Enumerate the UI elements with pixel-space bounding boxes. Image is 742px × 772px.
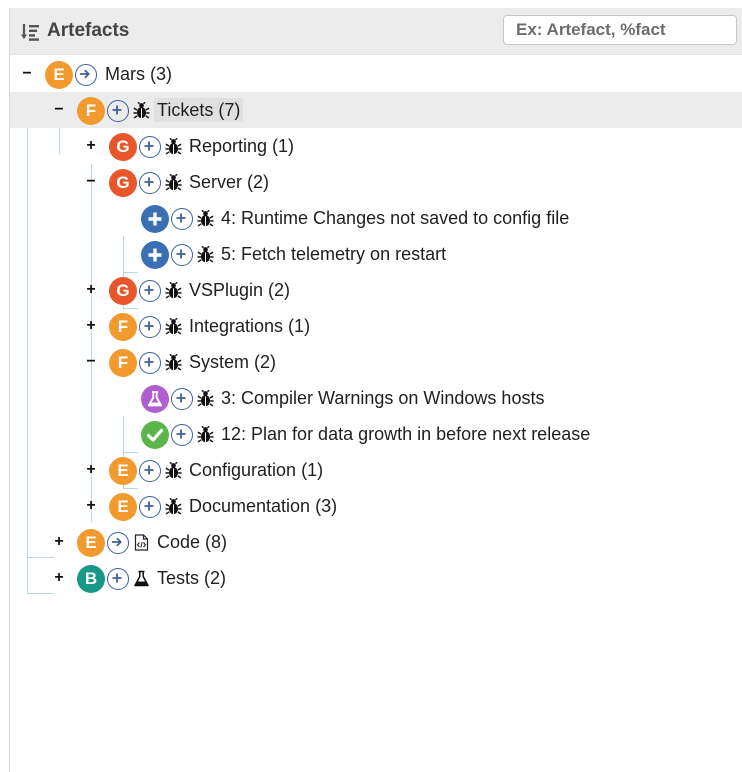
navigate-circle-icon[interactable]	[75, 64, 97, 86]
add-circle-icon[interactable]	[171, 244, 193, 266]
node-label[interactable]: Server (2)	[186, 170, 272, 194]
tree-node-tickets[interactable]: − F Tickets (7)	[10, 92, 742, 128]
tree-node-documentation[interactable]: + E Documentation (3)	[10, 488, 742, 524]
node-label[interactable]: Configuration (1)	[186, 458, 326, 482]
node-label[interactable]: Tickets (7)	[154, 98, 244, 122]
add-circle-icon[interactable]	[139, 280, 161, 302]
tree-node-mars[interactable]: − E Mars (3)	[10, 56, 742, 92]
priority-badge: E	[45, 61, 73, 89]
flask-icon	[134, 570, 149, 587]
add-circle-icon[interactable]	[171, 424, 193, 446]
node-label[interactable]: Mars (3)	[102, 62, 175, 86]
collapse-toggle[interactable]: −	[84, 174, 98, 190]
priority-badge: E	[109, 493, 137, 521]
expand-toggle[interactable]: +	[84, 138, 98, 154]
tree-node-ticket-4[interactable]: 4: Runtime Changes not saved to config f…	[10, 200, 742, 236]
add-circle-icon[interactable]	[107, 568, 129, 590]
expand-toggle[interactable]: +	[84, 282, 98, 298]
collapse-toggle[interactable]: −	[20, 66, 34, 82]
tree-node-ticket-12[interactable]: 12: Plan for data growth in before next …	[10, 416, 742, 452]
plus-badge-icon	[141, 241, 169, 269]
priority-badge: B	[77, 565, 105, 593]
collapse-toggle[interactable]: −	[52, 102, 66, 118]
add-circle-icon[interactable]	[139, 460, 161, 482]
artefact-search-input[interactable]	[503, 15, 737, 45]
priority-badge: E	[77, 529, 105, 557]
node-label[interactable]: 12: Plan for data growth in before next …	[218, 422, 593, 446]
node-label[interactable]: 3: Compiler Warnings on Windows hosts	[218, 386, 547, 410]
panel-title: Artefacts	[47, 20, 130, 41]
artefact-tree: − E Mars (3) − F Tickets (7) + G Reporti…	[10, 55, 742, 755]
bug-icon	[165, 498, 182, 515]
expand-toggle[interactable]: +	[84, 318, 98, 334]
navigate-circle-icon[interactable]	[107, 532, 129, 554]
bug-icon	[165, 282, 182, 299]
panel-header: Artefacts	[10, 8, 742, 55]
node-label[interactable]: Code (8)	[154, 530, 230, 554]
add-circle-icon[interactable]	[171, 208, 193, 230]
priority-badge: F	[109, 349, 137, 377]
tree-node-tests[interactable]: + B Tests (2)	[10, 560, 742, 596]
node-label[interactable]: Documentation (3)	[186, 494, 340, 518]
collapse-toggle[interactable]: −	[84, 354, 98, 370]
priority-badge: F	[77, 97, 105, 125]
check-badge-icon	[141, 421, 169, 449]
tree-node-ticket-5[interactable]: 5: Fetch telemetry on restart	[10, 236, 742, 272]
sort-descending-icon[interactable]	[20, 22, 40, 42]
bug-icon	[133, 102, 150, 119]
add-circle-icon[interactable]	[139, 496, 161, 518]
priority-badge: G	[109, 169, 137, 197]
bug-icon	[197, 246, 214, 263]
tree-node-configuration[interactable]: + E Configuration (1)	[10, 452, 742, 488]
add-circle-icon[interactable]	[139, 136, 161, 158]
priority-badge: G	[109, 133, 137, 161]
tree-node-ticket-3[interactable]: 3: Compiler Warnings on Windows hosts	[10, 380, 742, 416]
flask-badge-icon	[141, 385, 169, 413]
bug-icon	[197, 210, 214, 227]
tree-node-server[interactable]: − G Server (2)	[10, 164, 742, 200]
add-circle-icon[interactable]	[171, 388, 193, 410]
tree-node-integrations[interactable]: + F Integrations (1)	[10, 308, 742, 344]
tree-node-code[interactable]: + E Code (8)	[10, 524, 742, 560]
priority-badge: E	[109, 457, 137, 485]
bug-icon	[197, 390, 214, 407]
code-file-icon	[134, 534, 149, 551]
add-circle-icon[interactable]	[139, 172, 161, 194]
bug-icon	[165, 354, 182, 371]
bug-icon	[165, 318, 182, 335]
expand-toggle[interactable]: +	[52, 570, 66, 586]
node-label[interactable]: Reporting (1)	[186, 134, 297, 158]
tree-node-vsplugin[interactable]: + G VSPlugin (2)	[10, 272, 742, 308]
bug-icon	[165, 174, 182, 191]
priority-badge: F	[109, 313, 137, 341]
plus-badge-icon	[141, 205, 169, 233]
priority-badge: G	[109, 277, 137, 305]
expand-toggle[interactable]: +	[52, 534, 66, 550]
node-label[interactable]: 4: Runtime Changes not saved to config f…	[218, 206, 572, 230]
node-label[interactable]: VSPlugin (2)	[186, 278, 293, 302]
expand-toggle[interactable]: +	[84, 498, 98, 514]
bug-icon	[165, 138, 182, 155]
expand-toggle[interactable]: +	[84, 462, 98, 478]
bug-icon	[197, 426, 214, 443]
tree-node-system[interactable]: − F System (2)	[10, 344, 742, 380]
add-circle-icon[interactable]	[139, 316, 161, 338]
node-label[interactable]: Tests (2)	[154, 566, 229, 590]
node-label[interactable]: System (2)	[186, 350, 279, 374]
node-label[interactable]: 5: Fetch telemetry on restart	[218, 242, 449, 266]
bug-icon	[165, 462, 182, 479]
node-label[interactable]: Integrations (1)	[186, 314, 313, 338]
tree-node-reporting[interactable]: + G Reporting (1)	[10, 128, 742, 164]
add-circle-icon[interactable]	[139, 352, 161, 374]
artefacts-panel: Artefacts − E Mars (3) − F Tickets (7)	[9, 8, 742, 772]
add-circle-icon[interactable]	[107, 100, 129, 122]
